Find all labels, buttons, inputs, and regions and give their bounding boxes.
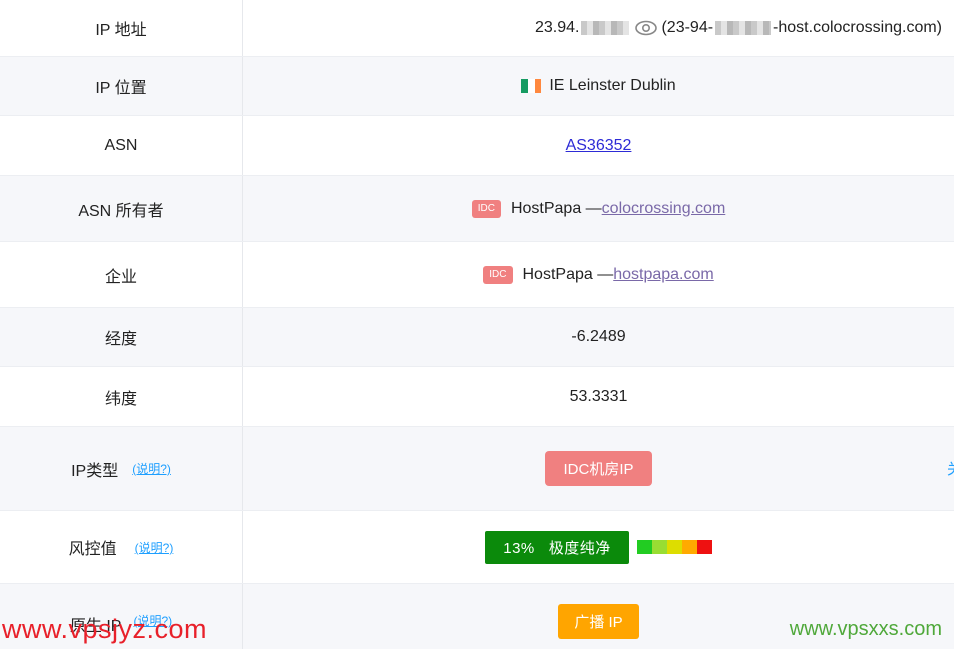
ireland-flag-icon: [521, 79, 542, 93]
label-risk: 风控值: [68, 541, 117, 558]
hostname-prefix: (23-94-: [661, 19, 714, 36]
enterprise-name: HostPapa —: [522, 265, 614, 283]
value-ip-location: IE Leinster Dublin: [243, 57, 954, 115]
value-ip-type: IDC机房IP 关: [243, 427, 954, 510]
row-ip-address: IP 地址 23.94. (23-94- -host.colocrossing.…: [0, 0, 954, 57]
eye-icon[interactable]: [635, 20, 658, 36]
redacted-block: [715, 21, 772, 35]
ip-type-help-link[interactable]: (说明?): [132, 460, 171, 477]
risk-help-link[interactable]: (说明?): [135, 539, 174, 556]
owner-name: HostPapa —: [510, 199, 602, 217]
row-longitude: 经度 -6.2489: [0, 308, 954, 367]
label-ip-type: IP类型: [71, 462, 119, 480]
value-risk: 13% 极度纯净: [243, 511, 954, 583]
value-enterprise: IDC HostPapa — hostpapa.com: [243, 242, 954, 307]
value-ip-address: 23.94. (23-94- -host.colocrossing.com): [243, 0, 954, 56]
label-ip-address: IP 地址: [0, 0, 243, 56]
label-asn: ASN: [0, 116, 243, 175]
native-ip-badge[interactable]: 广播 IP: [558, 604, 639, 639]
enterprise-domain-link[interactable]: hostpapa.com: [613, 266, 714, 284]
row-ip-type: IP类型 (说明?) IDC机房IP 关: [0, 427, 954, 511]
idc-badge: IDC: [471, 199, 501, 218]
risk-scale-segment: [651, 540, 667, 554]
ip-prefix: 23.94.: [534, 19, 580, 36]
risk-color-scale: [636, 540, 712, 554]
asn-link[interactable]: AS36352: [566, 137, 632, 155]
label-risk-cell: 风控值 (说明?): [0, 511, 243, 583]
owner-domain-link[interactable]: colocrossing.com: [602, 200, 726, 218]
location-text: IE Leinster Dublin: [549, 77, 676, 94]
label-ip-type-cell: IP类型 (说明?): [0, 427, 243, 510]
watermark-left: www.vpsjyz.com: [2, 614, 208, 644]
label-ip-location: IP 位置: [0, 57, 243, 115]
risk-scale-segment: [681, 540, 697, 554]
row-enterprise: 企业 IDC HostPapa — hostpapa.com: [0, 242, 954, 308]
label-latitude: 纬度: [0, 367, 243, 426]
hostname-suffix: -host.colocrossing.com): [773, 19, 942, 36]
watermark-right: www.vpsxxs.com: [789, 618, 942, 640]
row-ip-location: IP 位置 IE Leinster Dublin: [0, 57, 954, 116]
row-asn-owner: ASN 所有者 IDC HostPapa — colocrossing.com: [0, 176, 954, 242]
row-risk: 风控值 (说明?) 13% 极度纯净: [0, 511, 954, 584]
label-enterprise: 企业: [0, 242, 243, 307]
row-asn: ASN AS36352: [0, 116, 954, 176]
value-latitude: 53.3331: [569, 387, 628, 405]
label-asn-owner: ASN 所有者: [0, 176, 243, 241]
ip-type-badge[interactable]: IDC机房IP: [545, 451, 652, 486]
redacted-block: [581, 21, 630, 35]
label-longitude: 经度: [0, 308, 243, 366]
value-longitude: -6.2489: [571, 328, 626, 345]
risk-scale-segment: [696, 540, 712, 554]
value-asn-owner: IDC HostPapa — colocrossing.com: [243, 176, 954, 241]
risk-score-badge: 13% 极度纯净: [485, 530, 629, 564]
risk-scale-segment: [666, 540, 682, 554]
value-asn: AS36352: [243, 116, 954, 175]
row-latitude: 纬度 53.3331: [0, 367, 954, 427]
edge-truncated-link[interactable]: 关: [947, 458, 954, 479]
idc-badge: IDC: [483, 265, 513, 284]
risk-scale-segment: [636, 540, 652, 554]
